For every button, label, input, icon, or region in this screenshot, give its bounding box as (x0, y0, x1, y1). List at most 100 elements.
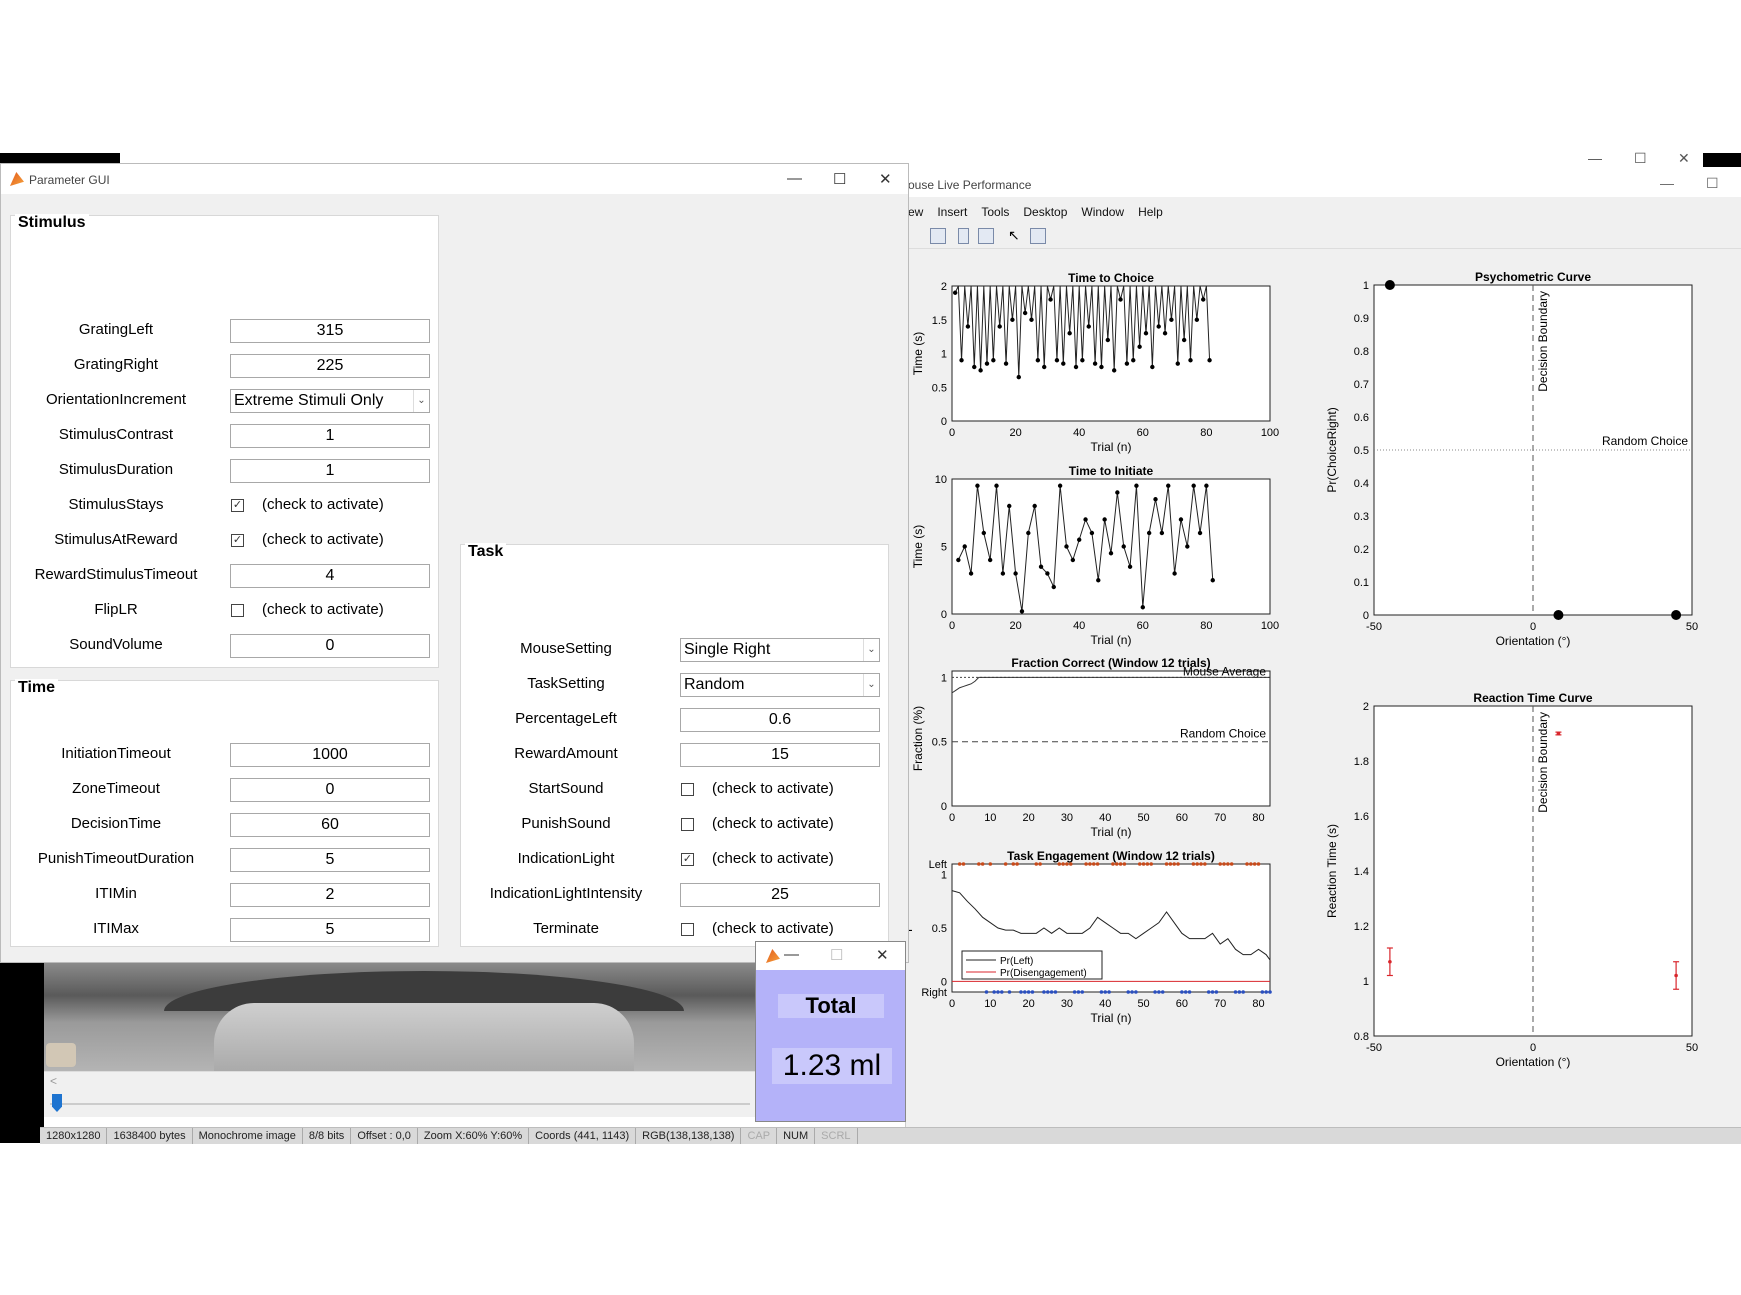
data-point (1042, 364, 1047, 370)
status-cell: 8/8 bits (303, 1128, 352, 1144)
maximize-icon[interactable]: ☐ (833, 170, 846, 188)
stimulus-at-reward-checkbox[interactable]: ✓ (231, 534, 244, 547)
right-choice-dot (1210, 990, 1215, 994)
menu-item-help[interactable]: Help (1138, 205, 1163, 223)
slider-thumb[interactable] (52, 1094, 62, 1112)
task-setting-select[interactable]: Random ⌄ (680, 673, 880, 697)
data-point (1032, 503, 1037, 509)
reward-amount-field[interactable]: 15 (680, 743, 880, 767)
orientation-increment-select[interactable]: Extreme Stimuli Only ⌄ (230, 389, 430, 413)
data-point (1073, 364, 1079, 370)
close-icon[interactable]: ✕ (1678, 150, 1690, 167)
y-tick-label: 0.8 (1354, 1031, 1369, 1043)
data-point (1181, 337, 1187, 343)
figure-title: ouse Live Performance (908, 178, 1032, 192)
data-point (1210, 578, 1215, 583)
property-inspector-icon[interactable] (1030, 228, 1046, 244)
close-icon[interactable]: ✕ (879, 170, 892, 188)
frame-slider[interactable] (44, 1091, 756, 1117)
data-point (959, 358, 964, 363)
menu-item-insert[interactable]: Insert (937, 205, 967, 223)
decision-time-field[interactable]: 60 (230, 813, 430, 837)
minimize-icon[interactable]: — (1588, 150, 1602, 166)
x-tick-label: 0 (949, 812, 955, 824)
stimulus-duration-field[interactable]: 1 (230, 459, 430, 483)
minimize-icon[interactable]: — (1660, 175, 1674, 191)
chevron-down-icon[interactable]: ⌄ (863, 674, 879, 696)
data-point (1064, 544, 1069, 549)
iti-min-field[interactable]: 2 (230, 883, 430, 907)
grating-right-field[interactable]: 225 (230, 354, 430, 378)
left-choice-dot (961, 862, 966, 866)
maximize-icon[interactable]: ☐ (1706, 175, 1719, 192)
flip-lr-label: FlipLR (94, 601, 138, 618)
left-choice-dot (1068, 862, 1073, 866)
menu-item-window[interactable]: Window (1081, 205, 1124, 223)
maximize-icon[interactable]: ☐ (1634, 150, 1647, 167)
initiation-timeout-field[interactable]: 1000 (230, 743, 430, 767)
y-tick-label: 0.4 (1354, 478, 1369, 490)
x-tick-label: 0 (1530, 621, 1536, 633)
data-point (1013, 571, 1018, 576)
close-icon[interactable]: ✕ (876, 946, 889, 964)
left-choice-dot (1065, 862, 1069, 866)
reward-stimulus-timeout-field[interactable]: 4 (230, 564, 430, 588)
punish-timeout-duration-field[interactable]: 5 (230, 848, 430, 872)
x-tick-label: 10 (984, 812, 996, 824)
left-choice-dot (1203, 862, 1207, 866)
stimulus-stays-checkbox[interactable]: ✓ (231, 499, 244, 512)
zone-timeout-field[interactable]: 0 (230, 778, 430, 802)
data-point (1067, 331, 1072, 336)
status-cell: Coords (441, 1143) (529, 1128, 637, 1144)
y-tick-label: 0.1 (1354, 577, 1369, 589)
indication-light-checkbox[interactable]: ✓ (681, 853, 694, 866)
data-point (1048, 297, 1053, 302)
x-axis-label: Trial (n) (1091, 825, 1132, 839)
minimize-icon[interactable]: — (784, 946, 799, 963)
y-tick-label: 0.5 (932, 737, 947, 749)
colorbar-icon[interactable] (958, 228, 969, 244)
plot-title: Time to Initiate (1069, 464, 1154, 478)
mouse-setting-select[interactable]: Single Right ⌄ (680, 638, 880, 662)
right-choice-dot (1237, 990, 1242, 994)
scroll-left-icon[interactable]: < (50, 1074, 57, 1088)
terminate-checkbox[interactable] (681, 923, 694, 936)
sound-volume-field[interactable]: 0 (230, 634, 430, 658)
menu-item-desktop[interactable]: Desktop (1023, 205, 1067, 223)
x-tick-label: 40 (1099, 812, 1111, 824)
horizontal-scrollbar[interactable]: < (44, 1071, 756, 1091)
y-tick-label: 0.5 (1354, 445, 1369, 457)
data-point (1057, 483, 1063, 488)
minimize-icon[interactable]: — (787, 170, 802, 187)
data-point (1016, 374, 1021, 380)
start-sound-checkbox[interactable] (681, 783, 694, 796)
indication-light-intensity-field[interactable]: 25 (680, 883, 880, 907)
flip-lr-checkbox[interactable] (231, 604, 244, 617)
punish-sound-checkbox[interactable] (681, 818, 694, 831)
pointer-icon[interactable]: ↖ (1008, 228, 1020, 244)
plot-area (951, 478, 1271, 615)
data-point (1111, 368, 1117, 373)
time-panel: Time InitiationTimeout 1000 ZoneTimeout … (10, 679, 439, 947)
x-tick-label: -50 (1366, 1042, 1382, 1054)
data-point (1197, 530, 1203, 536)
stimulus-stays-hint: (check to activate) (262, 496, 384, 513)
data-point (1045, 571, 1050, 576)
x-tick-label: 20 (1023, 812, 1035, 824)
matlab-icon (10, 172, 24, 186)
percentage-left-field[interactable]: 0.6 (680, 708, 880, 732)
stimulus-contrast-field[interactable]: 1 (230, 424, 430, 448)
menu-item-ew[interactable]: ew (908, 205, 923, 223)
legend-icon[interactable] (978, 228, 994, 244)
left-choice-dot (1137, 862, 1142, 866)
grating-left-field[interactable]: 315 (230, 319, 430, 343)
left-choice-dot (1145, 862, 1150, 866)
camera-icon (46, 1043, 76, 1067)
data-point (1108, 551, 1114, 556)
right-choice-dot (1026, 990, 1031, 994)
chevron-down-icon[interactable]: ⌄ (413, 390, 429, 412)
print-icon[interactable] (930, 228, 946, 244)
menu-item-tools[interactable]: Tools (981, 205, 1009, 223)
iti-max-field[interactable]: 5 (230, 918, 430, 942)
chevron-down-icon[interactable]: ⌄ (863, 639, 879, 661)
